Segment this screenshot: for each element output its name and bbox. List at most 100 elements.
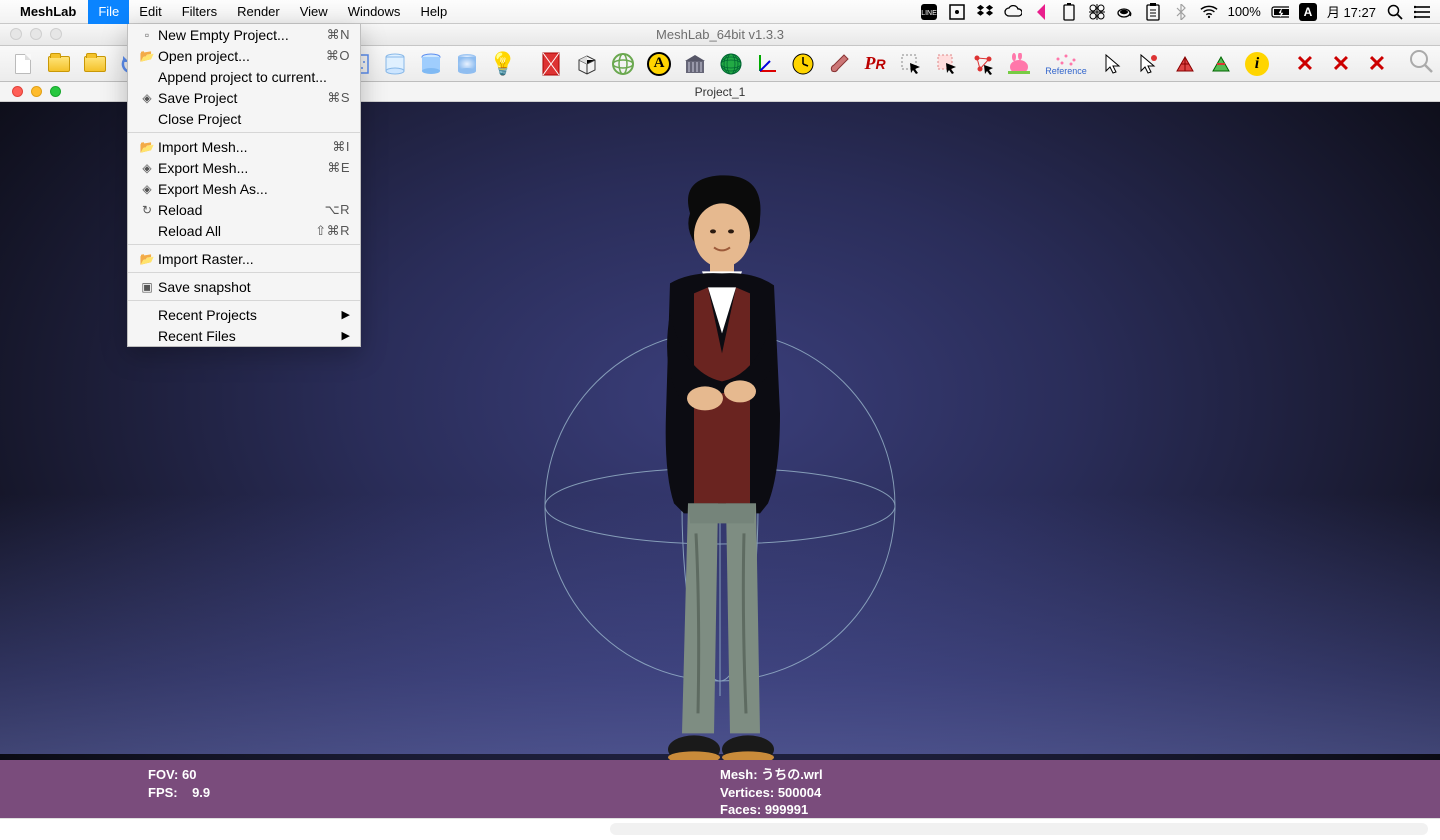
menubar-clock[interactable]: 月 17:27 xyxy=(1327,2,1376,21)
dropbox-icon[interactable] xyxy=(976,3,994,21)
square-app-icon[interactable] xyxy=(948,3,966,21)
clover-icon[interactable] xyxy=(1088,3,1106,21)
menu-import-mesh[interactable]: 📂 Import Mesh... ⌘I xyxy=(128,136,360,157)
menu-import-raster[interactable]: 📂 Import Raster... xyxy=(128,248,360,269)
cloud-icon[interactable] xyxy=(1004,3,1022,21)
bunny-button[interactable] xyxy=(1002,49,1036,79)
menu-shortcut: ⌥R xyxy=(325,202,350,218)
vertices-value: 500004 xyxy=(778,785,821,800)
menu-view[interactable]: View xyxy=(290,0,338,24)
delete-vertices-button[interactable]: ✕ xyxy=(1288,49,1322,79)
cursor-pick-button[interactable] xyxy=(1132,49,1166,79)
menu-append-project[interactable]: Append project to current... xyxy=(128,66,360,87)
menu-save-snapshot[interactable]: ▣ Save snapshot xyxy=(128,276,360,297)
pink-app-icon[interactable] xyxy=(1032,3,1050,21)
reload-icon: ↻ xyxy=(138,203,156,217)
delete-faces-button[interactable]: ✕ xyxy=(1324,49,1358,79)
minimize-window-disabled-icon xyxy=(30,28,42,40)
select-vertices-button[interactable] xyxy=(894,49,928,79)
close-document-button[interactable] xyxy=(12,86,23,97)
menu-label: Close Project xyxy=(156,111,350,127)
mesh-sphere-button[interactable] xyxy=(714,49,748,79)
label-a-button[interactable]: A xyxy=(642,49,676,79)
menu-open-project[interactable]: 📂 Open project... ⌘O xyxy=(128,45,360,66)
red-layer-button[interactable] xyxy=(534,49,568,79)
menu-recent-projects[interactable]: Recent Projects ▶ xyxy=(128,304,360,325)
red-mesh-button[interactable] xyxy=(1168,49,1202,79)
project-tab-label[interactable]: Project_1 xyxy=(695,85,746,99)
toolbar-search-icon[interactable] xyxy=(1408,48,1434,80)
bluetooth-icon[interactable] xyxy=(1172,3,1190,21)
smooth-button[interactable] xyxy=(450,49,484,79)
zoom-document-button[interactable] xyxy=(50,86,61,97)
menu-reload-all[interactable]: Reload All ⇧⌘R xyxy=(128,220,360,241)
menu-save-project[interactable]: ◈ Save Project ⌘S xyxy=(128,87,360,108)
wireframe-button[interactable] xyxy=(378,49,412,79)
clipboard-icon[interactable] xyxy=(1144,3,1162,21)
reference-label: Reference xyxy=(1045,66,1087,76)
brush-button[interactable] xyxy=(822,49,856,79)
notification-center-icon[interactable] xyxy=(1414,3,1432,21)
menu-label: Open project... xyxy=(156,48,326,64)
pr-button[interactable]: PR xyxy=(858,49,892,79)
menu-filters[interactable]: Filters xyxy=(172,0,227,24)
open-project-button[interactable] xyxy=(42,49,76,79)
menu-separator xyxy=(128,132,360,133)
import-mesh-button[interactable] xyxy=(78,49,112,79)
flat-lines-button[interactable] xyxy=(414,49,448,79)
app-name[interactable]: MeshLab xyxy=(20,4,76,19)
menu-help[interactable]: Help xyxy=(410,0,457,24)
cursor-default-button[interactable] xyxy=(1096,49,1130,79)
menu-export-mesh-as[interactable]: ◈ Export Mesh As... xyxy=(128,178,360,199)
folder-icon: 📂 xyxy=(138,140,156,154)
faces-label: Faces: xyxy=(720,802,761,817)
menu-label: Import Mesh... xyxy=(156,139,332,155)
menu-edit[interactable]: Edit xyxy=(129,0,171,24)
spotlight-icon[interactable] xyxy=(1386,3,1404,21)
menu-label: Save Project xyxy=(156,90,327,106)
menu-reload[interactable]: ↻ Reload ⌥R xyxy=(128,199,360,220)
menu-shortcut: ⌘O xyxy=(326,48,350,64)
minimize-document-button[interactable] xyxy=(31,86,42,97)
delete-faces-vertices-button[interactable]: ✕ xyxy=(1360,49,1394,79)
mesh-model[interactable] xyxy=(610,173,830,793)
menu-windows[interactable]: Windows xyxy=(338,0,411,24)
line-app-icon[interactable]: LINE xyxy=(920,3,938,21)
light-button[interactable]: 💡 xyxy=(486,49,520,79)
wifi-icon[interactable] xyxy=(1200,3,1218,21)
menu-render[interactable]: Render xyxy=(227,0,290,24)
fov-value: 60 xyxy=(182,767,196,782)
menu-label: Export Mesh... xyxy=(156,160,327,176)
select-connected-button[interactable] xyxy=(966,49,1000,79)
diamond-icon: ◈ xyxy=(138,182,156,196)
file-menu-dropdown: ▫ New Empty Project... ⌘N 📂 Open project… xyxy=(127,24,361,347)
menu-file[interactable]: File xyxy=(88,0,129,24)
menu-new-empty-project[interactable]: ▫ New Empty Project... ⌘N xyxy=(128,24,360,45)
back-face-button[interactable] xyxy=(570,49,604,79)
globe-button[interactable] xyxy=(606,49,640,79)
info-button[interactable]: i xyxy=(1240,49,1274,79)
menu-label: Export Mesh As... xyxy=(156,181,350,197)
zoom-window-disabled-icon xyxy=(50,28,62,40)
axes-button[interactable] xyxy=(750,49,784,79)
clock-button[interactable] xyxy=(786,49,820,79)
menu-export-mesh[interactable]: ◈ Export Mesh... ⌘E xyxy=(128,157,360,178)
menu-separator xyxy=(128,300,360,301)
menu-shortcut: ⇧⌘R xyxy=(315,223,350,239)
submenu-arrow-icon: ▶ xyxy=(342,308,350,321)
reference-button[interactable]: Reference xyxy=(1038,49,1094,79)
coffee-icon[interactable] xyxy=(1116,3,1134,21)
menu-shortcut: ⌘E xyxy=(327,160,350,176)
input-source-icon[interactable]: A xyxy=(1299,3,1317,21)
menu-close-project[interactable]: Close Project xyxy=(128,108,360,129)
horizontal-scrollbar[interactable] xyxy=(610,823,1428,835)
folder-icon: 📂 xyxy=(138,49,156,63)
green-mesh-button[interactable] xyxy=(1204,49,1238,79)
museum-button[interactable] xyxy=(678,49,712,79)
battery-icon[interactable] xyxy=(1271,3,1289,21)
menu-recent-files[interactable]: Recent Files ▶ xyxy=(128,325,360,346)
select-faces-button[interactable] xyxy=(930,49,964,79)
new-project-button[interactable] xyxy=(6,49,40,79)
menu-label: Reload All xyxy=(156,223,315,239)
battery-app-icon[interactable] xyxy=(1060,3,1078,21)
